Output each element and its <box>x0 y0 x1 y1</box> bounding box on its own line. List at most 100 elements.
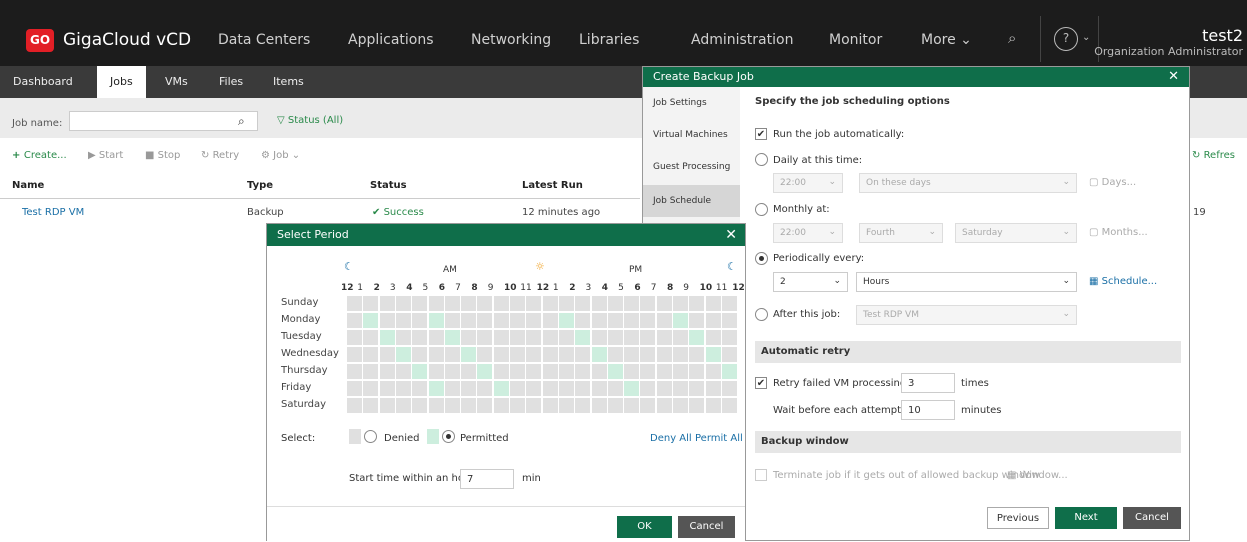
monthly-time-select[interactable]: 22:00 ⌄ <box>773 223 843 243</box>
period-cell[interactable] <box>575 296 591 311</box>
period-cell[interactable] <box>461 364 477 379</box>
period-cell[interactable] <box>379 296 395 311</box>
period-cell[interactable] <box>624 313 640 328</box>
period-cell[interactable] <box>526 296 542 311</box>
monthly-radio[interactable] <box>755 203 768 216</box>
period-cell[interactable] <box>673 313 688 328</box>
period-cell[interactable] <box>395 313 411 328</box>
period-cell[interactable] <box>575 347 591 362</box>
period-value-select[interactable]: 2 ⌄ <box>773 272 848 292</box>
period-cell[interactable] <box>656 347 672 362</box>
retry-count-stepper[interactable]: 3 <box>901 373 955 393</box>
period-cell[interactable] <box>477 313 493 328</box>
period-cell[interactable] <box>624 364 640 379</box>
period-cell[interactable] <box>493 364 509 379</box>
period-cell[interactable] <box>721 381 737 396</box>
period-cell[interactable] <box>363 313 379 328</box>
period-cell[interactable] <box>379 313 395 328</box>
period-cell[interactable] <box>444 381 460 396</box>
job-menu-button[interactable]: ⚙ Job ⌄ <box>261 150 300 161</box>
days-button[interactable]: ▢ Days... <box>1089 177 1136 188</box>
period-cell[interactable] <box>607 296 623 311</box>
terminate-checkbox[interactable] <box>755 469 767 481</box>
period-cell[interactable] <box>379 364 395 379</box>
period-cell[interactable] <box>721 347 737 362</box>
period-cell[interactable] <box>493 381 509 396</box>
period-cell[interactable] <box>542 296 558 311</box>
retry-button[interactable]: ↻ Retry <box>201 150 239 161</box>
tab-items[interactable]: Items <box>273 66 304 98</box>
period-cell[interactable] <box>347 347 362 362</box>
period-cell[interactable] <box>705 347 721 362</box>
tab-dashboard[interactable]: Dashboard <box>13 66 73 98</box>
period-cell[interactable] <box>428 347 444 362</box>
period-cell[interactable] <box>444 313 460 328</box>
period-cell[interactable] <box>363 364 379 379</box>
period-cell[interactable] <box>558 364 574 379</box>
period-cell[interactable] <box>542 398 558 413</box>
period-cell[interactable] <box>656 364 672 379</box>
period-cell[interactable] <box>477 364 493 379</box>
period-cell[interactable] <box>395 296 411 311</box>
period-cell[interactable] <box>412 398 428 413</box>
window-button[interactable]: ▦ Window... <box>1007 470 1068 481</box>
period-cell[interactable] <box>673 381 688 396</box>
period-cell[interactable] <box>526 381 542 396</box>
status-filter[interactable]: ▽ Status (All) <box>277 115 343 126</box>
period-cell[interactable] <box>705 398 721 413</box>
period-cell[interactable] <box>412 330 428 345</box>
period-cell[interactable] <box>624 347 640 362</box>
period-cell[interactable] <box>721 313 737 328</box>
period-cell[interactable] <box>640 398 656 413</box>
job-name-input[interactable] <box>69 111 258 131</box>
period-cell[interactable] <box>428 296 444 311</box>
period-cell[interactable] <box>510 364 525 379</box>
period-cell[interactable] <box>656 398 672 413</box>
period-cell[interactable] <box>526 398 542 413</box>
period-cell[interactable] <box>721 364 737 379</box>
period-cell[interactable] <box>705 330 721 345</box>
period-cell[interactable] <box>640 381 656 396</box>
period-cell[interactable] <box>395 398 411 413</box>
period-cell[interactable] <box>477 347 493 362</box>
period-cell[interactable] <box>444 398 460 413</box>
period-cell[interactable] <box>461 398 477 413</box>
period-cell[interactable] <box>428 364 444 379</box>
ok-button[interactable]: OK <box>617 516 672 538</box>
period-cell[interactable] <box>526 347 542 362</box>
period-cell[interactable] <box>542 347 558 362</box>
period-cell[interactable] <box>477 398 493 413</box>
wait-minutes-stepper[interactable]: 10 <box>901 400 955 420</box>
period-cell[interactable] <box>575 398 591 413</box>
period-cell[interactable] <box>607 313 623 328</box>
after-job-radio[interactable] <box>755 308 768 321</box>
deny-all-link[interactable]: Deny All <box>650 433 692 444</box>
start-time-stepper[interactable]: 7 <box>460 469 514 489</box>
period-cell[interactable] <box>673 364 688 379</box>
period-cell[interactable] <box>379 347 395 362</box>
period-cell[interactable] <box>721 330 737 345</box>
close-icon[interactable]: ✕ <box>725 224 737 246</box>
period-cell[interactable] <box>656 330 672 345</box>
period-cell[interactable] <box>461 381 477 396</box>
period-cell[interactable] <box>607 330 623 345</box>
period-cell[interactable] <box>395 330 411 345</box>
period-cell[interactable] <box>347 364 362 379</box>
period-cell[interactable] <box>526 364 542 379</box>
period-cell[interactable] <box>477 330 493 345</box>
period-unit-select[interactable]: Hours ⌄ <box>856 272 1077 292</box>
months-button[interactable]: ▢ Months... <box>1089 227 1148 238</box>
period-cell[interactable] <box>477 381 493 396</box>
period-cell[interactable] <box>542 381 558 396</box>
period-cell[interactable] <box>510 296 525 311</box>
period-cell[interactable] <box>575 330 591 345</box>
col-name[interactable]: Name <box>12 180 44 191</box>
previous-button[interactable]: Previous <box>987 507 1049 529</box>
tab-files[interactable]: Files <box>219 66 243 98</box>
cancel-button[interactable]: Cancel <box>1123 507 1181 529</box>
period-cell[interactable] <box>673 347 688 362</box>
after-job-select[interactable]: Test RDP VM ⌄ <box>856 305 1077 325</box>
period-cell[interactable] <box>412 381 428 396</box>
period-cell[interactable] <box>673 330 688 345</box>
period-cell[interactable] <box>673 296 688 311</box>
